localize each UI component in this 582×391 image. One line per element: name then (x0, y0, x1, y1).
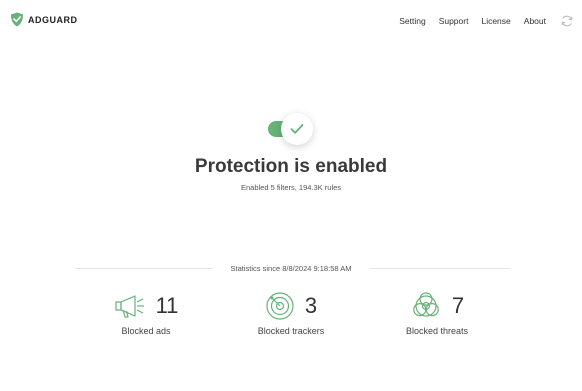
blocked-threats-label: Blocked threats (405, 326, 469, 336)
toggle-knob (281, 113, 313, 145)
nav-setting[interactable]: Setting (399, 16, 425, 26)
checkmark-icon (290, 124, 304, 134)
nav-license[interactable]: License (481, 16, 510, 26)
blocked-trackers-count: 3 (304, 293, 318, 318)
blocked-trackers-label: Blocked trackers (257, 326, 325, 336)
protection-status-title: Protection is enabled (194, 156, 388, 177)
statistics-since-label: Statistics since 8/8/2024 9:18:58 AM (230, 264, 352, 273)
adguard-logo[interactable]: ADGUARD (10, 12, 78, 27)
megaphone-icon (114, 295, 144, 318)
radar-icon (266, 292, 294, 320)
blocked-ads-label: Blocked ads (121, 326, 171, 336)
blocked-ads-count: 11 (155, 293, 179, 318)
stat-blocked-trackers: 3 Blocked trackers (211, 290, 371, 350)
top-nav: Setting Support License About (386, 14, 574, 28)
refresh-icon[interactable] (560, 14, 574, 28)
stat-blocked-threats: 7 Blocked threats (357, 290, 517, 350)
shield-icon (11, 12, 23, 27)
logo-text: ADGUARD (28, 14, 78, 25)
stat-blocked-ads: 11 Blocked ads (66, 290, 226, 350)
nav-support[interactable]: Support (439, 16, 469, 26)
protection-toggle[interactable] (268, 113, 324, 145)
filters-summary: Enabled 5 filters, 194.3K rules (240, 183, 342, 192)
blocked-threats-count: 7 (451, 293, 465, 318)
biohazard-icon (413, 292, 439, 317)
app-header: ADGUARD Setting Support License About (0, 0, 582, 42)
nav-about[interactable]: About (524, 16, 546, 26)
